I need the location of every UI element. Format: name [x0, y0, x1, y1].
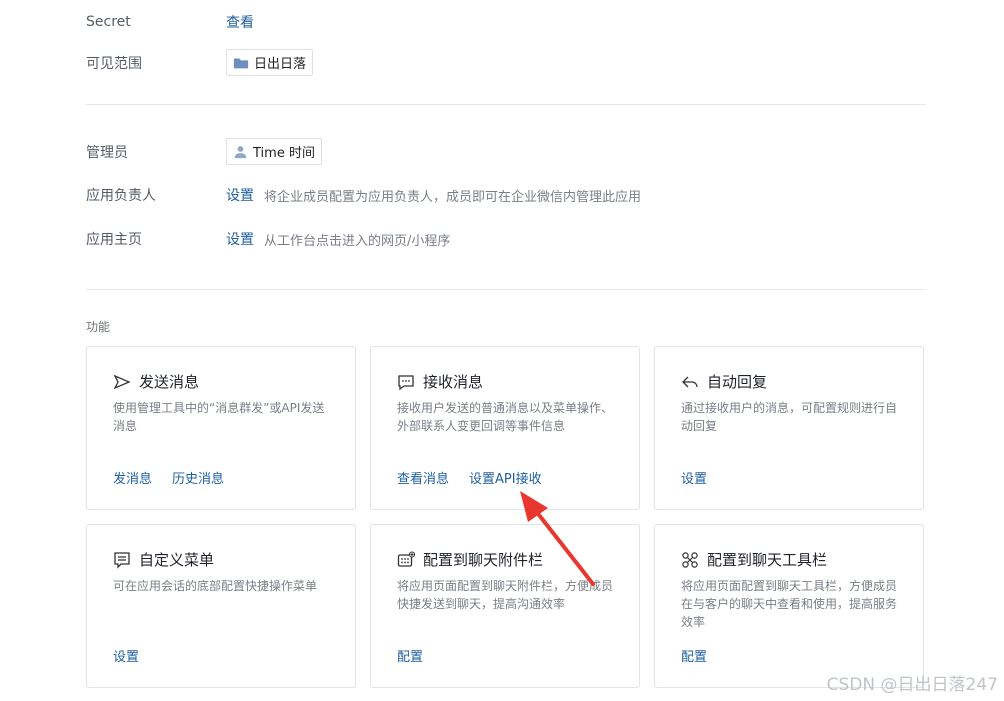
view-messages-link[interactable]: 查看消息: [397, 468, 449, 487]
attachment-bar-icon: [397, 550, 415, 567]
card-auto-reply: 自动回复 通过接收用户的消息，可配置规则进行自动回复 设置: [654, 346, 924, 510]
card-chat-toolbar: 配置到聊天工具栏 将应用页面配置到聊天工具栏，方便成员在与客户的聊天中查看和使用…: [654, 524, 924, 688]
reply-icon: [682, 376, 698, 387]
card-description: 将应用页面配置到聊天工具栏，方便成员在与客户的聊天中查看和使用，提高服务效率: [681, 579, 898, 629]
owner-label: 应用负责人: [86, 188, 156, 204]
custom-menu-settings-link[interactable]: 设置: [113, 646, 139, 665]
card-description: 将应用页面配置到聊天附件栏，方便成员快捷发送到聊天，提高沟通效率: [397, 579, 614, 611]
owner-row: 应用负责人 设置 将企业成员配置为应用负责人，成员即可在企业微信内管理此应用: [86, 185, 641, 205]
admin-label: 管理员: [86, 144, 128, 161]
divider: [86, 104, 926, 105]
visibility-chip[interactable]: 日出日落: [226, 49, 314, 76]
watermark: CSDN @日出日落247: [826, 675, 998, 695]
card-description: 可在应用会话的底部配置快捷操作菜单: [113, 579, 318, 593]
owner-hint: 将企业成员配置为应用负责人，成员即可在企业微信内管理此应用: [264, 189, 642, 205]
chat-bubble-icon: [398, 374, 414, 390]
attachment-bar-configure-link[interactable]: 配置: [397, 646, 423, 665]
message-history-link[interactable]: 历史消息: [172, 468, 224, 487]
visibility-row: 可见范围 日出日落: [86, 49, 314, 76]
divider: [86, 289, 926, 290]
card-title: 发送消息: [139, 373, 200, 391]
card-description: 使用管理工具中的“消息群发”或API发送消息: [113, 401, 325, 433]
send-message-link[interactable]: 发消息: [113, 468, 152, 487]
admin-value: Time 时间: [253, 146, 315, 161]
send-icon: [113, 374, 131, 389]
admin-row: 管理员 Time 时间: [86, 138, 322, 165]
card-title: 配置到聊天附件栏: [423, 551, 544, 569]
toolbar-configure-link[interactable]: 配置: [681, 646, 707, 665]
card-send-message: 发送消息 使用管理工具中的“消息群发”或API发送消息 发消息 历史消息: [86, 346, 356, 510]
card-receive-message: 接收消息 接收用户发送的普通消息以及菜单操作、外部联系人变更回调等事件信息 查看…: [370, 346, 640, 510]
set-api-receive-link[interactable]: 设置API接收: [469, 468, 542, 487]
folder-icon: [233, 58, 249, 68]
card-title: 自动回复: [707, 373, 768, 391]
toolbar-icon: [682, 551, 698, 568]
card-custom-menu: 自定义菜单 可在应用会话的底部配置快捷操作菜单 设置: [86, 524, 356, 688]
user-icon: [234, 146, 247, 159]
owner-set-link[interactable]: 设置: [226, 185, 254, 205]
visibility-value: 日出日落: [254, 57, 307, 72]
card-title: 配置到聊天工具栏: [707, 551, 828, 569]
homepage-label: 应用主页: [86, 232, 142, 248]
card-title: 接收消息: [423, 373, 484, 391]
homepage-hint: 从工作台点击进入的网页/小程序: [264, 233, 451, 249]
secret-label: Secret: [86, 14, 131, 30]
menu-icon: [114, 551, 130, 569]
card-chat-attachment-bar: 配置到聊天附件栏 将应用页面配置到聊天附件栏，方便成员快捷发送到聊天，提高沟通效…: [370, 524, 640, 688]
secret-row: Secret 查看: [86, 12, 254, 32]
card-description: 接收用户发送的普通消息以及菜单操作、外部联系人变更回调等事件信息: [397, 401, 614, 433]
visibility-label: 可见范围: [86, 55, 142, 72]
auto-reply-settings-link[interactable]: 设置: [681, 468, 707, 487]
admin-chip[interactable]: Time 时间: [226, 138, 322, 165]
card-description: 通过接收用户的消息，可配置规则进行自动回复: [681, 401, 898, 433]
homepage-set-link[interactable]: 设置: [226, 229, 254, 249]
functions-section-title: 功能: [86, 320, 111, 334]
view-secret-link[interactable]: 查看: [226, 12, 254, 32]
homepage-row: 应用主页 设置 从工作台点击进入的网页/小程序: [86, 229, 450, 249]
card-title: 自定义菜单: [139, 551, 215, 569]
